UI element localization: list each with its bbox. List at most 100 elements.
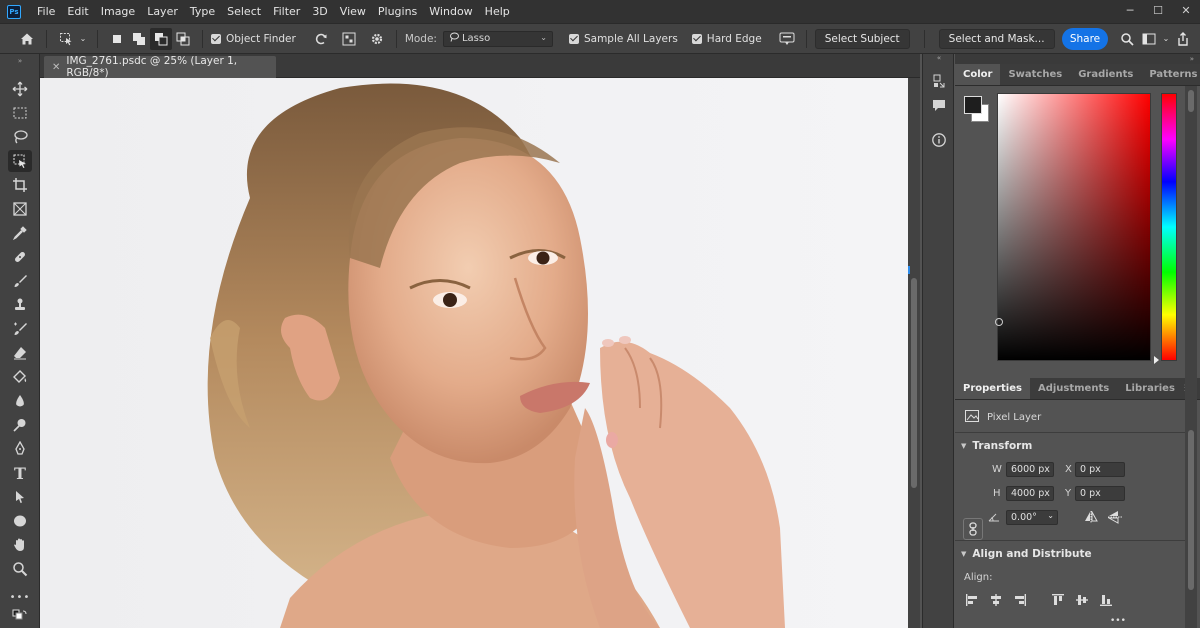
flip-horizontal-icon[interactable] [1084,510,1098,526]
move-tool-icon[interactable] [8,78,32,100]
eyedropper-tool-icon[interactable] [8,222,32,244]
default-colors-icon[interactable] [8,606,32,628]
eraser-tool-icon[interactable] [8,342,32,364]
canvas-vertical-scrollbar[interactable] [908,78,920,628]
add-to-selection-icon[interactable] [128,28,150,50]
menu-filter[interactable]: Filter [267,0,306,24]
hard-edge-checkbox[interactable]: Hard Edge [691,33,762,45]
tab-color[interactable]: Color [955,64,1001,85]
hue-slider-handle[interactable] [1154,356,1159,364]
tab-gradients[interactable]: Gradients [1070,64,1141,85]
share-export-icon[interactable] [1172,28,1194,50]
menu-image[interactable]: Image [95,0,141,24]
minimize-button[interactable]: ─ [1116,0,1144,20]
properties-panel-scrollbar[interactable] [1185,378,1197,628]
close-icon[interactable]: ✕ [52,62,60,73]
angle-field[interactable]: 0.00° ⌄ [1006,510,1058,525]
menu-view[interactable]: View [334,0,372,24]
sample-all-layers-checkbox[interactable]: Sample All Layers [568,33,678,45]
blur-tool-icon[interactable] [8,390,32,412]
document-canvas[interactable] [40,78,908,628]
align-right-edges-icon[interactable] [1012,592,1028,608]
marquee-tool-icon[interactable] [8,102,32,124]
menu-window[interactable]: Window [423,0,478,24]
paint-bucket-tool-icon[interactable] [8,366,32,388]
scrollbar-thumb[interactable] [1188,90,1194,112]
cloud-feedback-icon[interactable] [776,28,798,50]
healing-brush-tool-icon[interactable] [8,246,32,268]
more-tools-icon[interactable]: ••• [8,586,32,608]
info-panel-icon[interactable] [927,128,951,152]
mode-select[interactable]: Lasso ⌄ [442,30,553,47]
align-bottom-edges-icon[interactable] [1098,592,1114,608]
align-horizontal-centers-icon[interactable] [988,592,1004,608]
history-panel-icon[interactable] [927,70,951,94]
zoom-tool-icon[interactable] [8,558,32,580]
lasso-tool-icon[interactable] [8,126,32,148]
select-subject-button[interactable]: Select Subject [814,28,910,49]
align-top-edges-icon[interactable] [1050,592,1066,608]
more-options-icon[interactable]: ••• [1110,616,1126,626]
home-icon[interactable] [16,28,38,50]
object-finder-checkbox[interactable]: Object Finder [211,33,296,45]
foreground-color-swatch[interactable] [964,96,982,114]
share-button[interactable]: Share [1062,27,1108,50]
type-tool-icon[interactable]: T [8,462,32,484]
refresh-icon[interactable] [310,28,332,50]
clone-stamp-tool-icon[interactable] [8,294,32,316]
subtract-from-selection-icon[interactable] [150,27,172,50]
menu-file[interactable]: File [31,0,61,24]
color-picker-handle[interactable] [995,318,1003,326]
crop-tool-icon[interactable] [8,174,32,196]
scrollbar-thumb[interactable] [911,278,917,488]
color-field[interactable] [995,93,1151,361]
align-section-header[interactable]: ▼ Align and Distribute [961,548,1092,560]
menu-edit[interactable]: Edit [61,0,94,24]
new-selection-icon[interactable] [106,28,128,50]
comments-panel-icon[interactable] [927,94,951,118]
flip-vertical-icon[interactable] [1107,510,1122,527]
tab-patterns[interactable]: Patterns [1141,64,1200,85]
collapse-icon[interactable]: » [955,54,1200,64]
align-vertical-centers-icon[interactable] [1074,592,1090,608]
chevron-down-icon[interactable]: ⌄ [1160,28,1172,50]
brush-tool-icon[interactable] [8,270,32,292]
color-panel-scrollbar[interactable] [1185,86,1197,378]
intersect-selection-icon[interactable] [172,28,194,50]
close-button[interactable]: ✕ [1172,0,1200,20]
pen-tool-icon[interactable] [8,438,32,460]
menu-plugins[interactable]: Plugins [372,0,423,24]
object-selection-tool-icon[interactable] [55,28,77,50]
show-all-objects-icon[interactable] [338,28,360,50]
tab-adjustments[interactable]: Adjustments [1030,378,1117,399]
menu-select[interactable]: Select [221,0,267,24]
y-field[interactable]: 0 px [1075,486,1125,501]
transform-section-header[interactable]: ▼ Transform [961,440,1032,452]
maximize-button[interactable]: ☐ [1144,0,1172,20]
width-field[interactable]: 6000 px [1006,462,1054,477]
tab-properties[interactable]: Properties [955,378,1030,399]
chevron-down-icon[interactable]: ⌄ [77,28,89,50]
select-and-mask-button[interactable]: Select and Mask... [938,28,1055,49]
collapse-icon[interactable]: » [8,56,32,66]
menu-help[interactable]: Help [479,0,516,24]
collapse-icon[interactable]: « [927,52,951,64]
history-brush-tool-icon[interactable] [8,318,32,340]
dodge-tool-icon[interactable] [8,414,32,436]
object-selection-tool-icon[interactable] [8,150,32,172]
path-selection-tool-icon[interactable] [8,486,32,508]
align-left-edges-icon[interactable] [964,592,980,608]
search-icon[interactable] [1116,28,1138,50]
gear-icon[interactable] [366,28,388,50]
hue-slider[interactable] [1161,93,1177,361]
menu-type[interactable]: Type [184,0,221,24]
scrollbar-thumb[interactable] [1188,430,1194,590]
frame-tool-icon[interactable] [8,198,32,220]
link-dimensions-icon[interactable] [963,518,983,540]
hand-tool-icon[interactable] [8,534,32,556]
tab-swatches[interactable]: Swatches [1000,64,1070,85]
document-tab[interactable]: ✕ IMG_2761.psdc @ 25% (Layer 1, RGB/8*) [44,55,276,79]
workspace-icon[interactable] [1138,28,1160,50]
x-field[interactable]: 0 px [1075,462,1125,477]
ellipse-tool-icon[interactable] [8,510,32,532]
